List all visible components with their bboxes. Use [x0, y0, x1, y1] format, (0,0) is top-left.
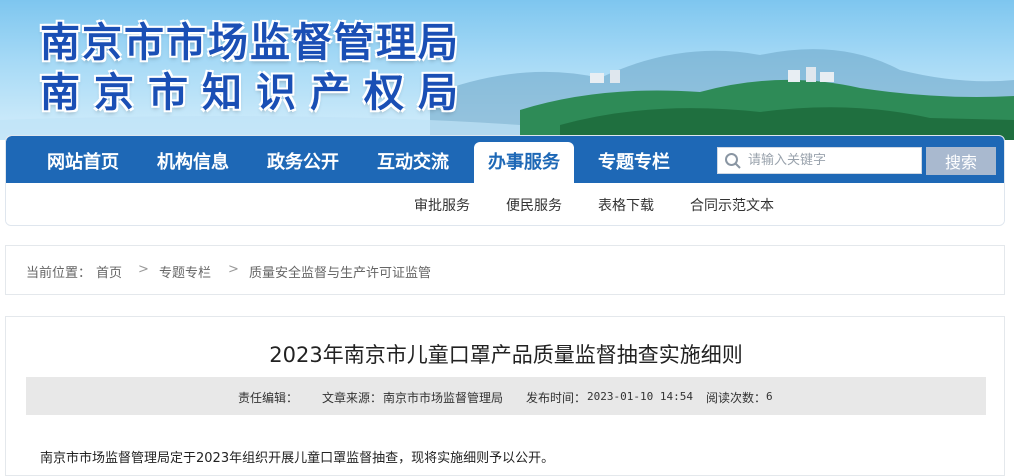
breadcrumb: 当前位置： 首页 > 专题专栏 > 质量安全监督与生产许可证监管	[5, 245, 1005, 295]
breadcrumb-home[interactable]: 首页	[96, 262, 122, 281]
article-title: 2023年南京市儿童口罩产品质量监督抽查实施细则	[269, 343, 743, 367]
subnav-item-contract-templates[interactable]: 合同示范文本	[690, 195, 774, 215]
article-panel: 2023年南京市儿童口罩产品质量监督抽查实施细则 责任编辑： 文章来源： 南京市…	[5, 316, 1005, 476]
header-banner: 南京市市场监督管理局 南京市知识产权局	[0, 0, 1014, 140]
search-icon	[725, 153, 741, 169]
nav-item-government-affairs[interactable]: 政务公开	[248, 142, 358, 183]
breadcrumb-topics[interactable]: 专题专栏	[159, 262, 211, 281]
article-body: 南京市市场监督管理局定于2023年组织开展儿童口罩监督抽查，现将实施细则予以公开…	[40, 451, 555, 466]
nav-item-topics[interactable]: 专题专栏	[579, 142, 689, 183]
nav-item-services[interactable]: 办事服务	[474, 142, 574, 183]
breadcrumb-separator: >	[228, 262, 239, 277]
breadcrumb-prefix: 当前位置：	[26, 266, 92, 281]
search-button[interactable]: 搜索	[926, 147, 996, 175]
search-input[interactable]	[748, 148, 918, 173]
nav-item-home[interactable]: 网站首页	[28, 142, 138, 183]
nav-bar: 网站首页 机构信息 政务公开 互动交流 办事服务 专题专栏 搜索	[6, 136, 1004, 183]
source-label: 文章来源：	[322, 391, 383, 405]
search-box	[717, 147, 922, 174]
nav-item-organization[interactable]: 机构信息	[138, 142, 248, 183]
main-navigation: 网站首页 机构信息 政务公开 互动交流 办事服务 专题专栏 搜索 审批服务 便民…	[5, 135, 1005, 226]
source-value: 南京市市场监督管理局	[383, 391, 504, 405]
subnav-item-convenience[interactable]: 便民服务	[506, 195, 562, 215]
reads-label: 阅读次数：	[706, 391, 767, 405]
breadcrumb-current[interactable]: 质量安全监督与生产许可证监管	[249, 262, 431, 281]
editor-label: 责任编辑：	[238, 391, 299, 405]
published-label: 发布时间：	[526, 391, 587, 405]
reads-value: 6	[766, 390, 773, 403]
subnav-item-approval[interactable]: 审批服务	[414, 195, 470, 215]
article-meta-bar: 责任编辑： 文章来源： 南京市市场监督管理局 发布时间： 2023-01-10 …	[26, 377, 986, 415]
site-title-line2: 南京市知识产权局	[40, 69, 472, 116]
published-value: 2023-01-10 14:54	[587, 390, 693, 403]
sub-navigation: 审批服务 便民服务 表格下载 合同示范文本	[6, 183, 1004, 225]
nav-item-interaction[interactable]: 互动交流	[358, 142, 468, 183]
subnav-item-forms-download[interactable]: 表格下载	[598, 195, 654, 215]
breadcrumb-separator: >	[138, 262, 149, 277]
